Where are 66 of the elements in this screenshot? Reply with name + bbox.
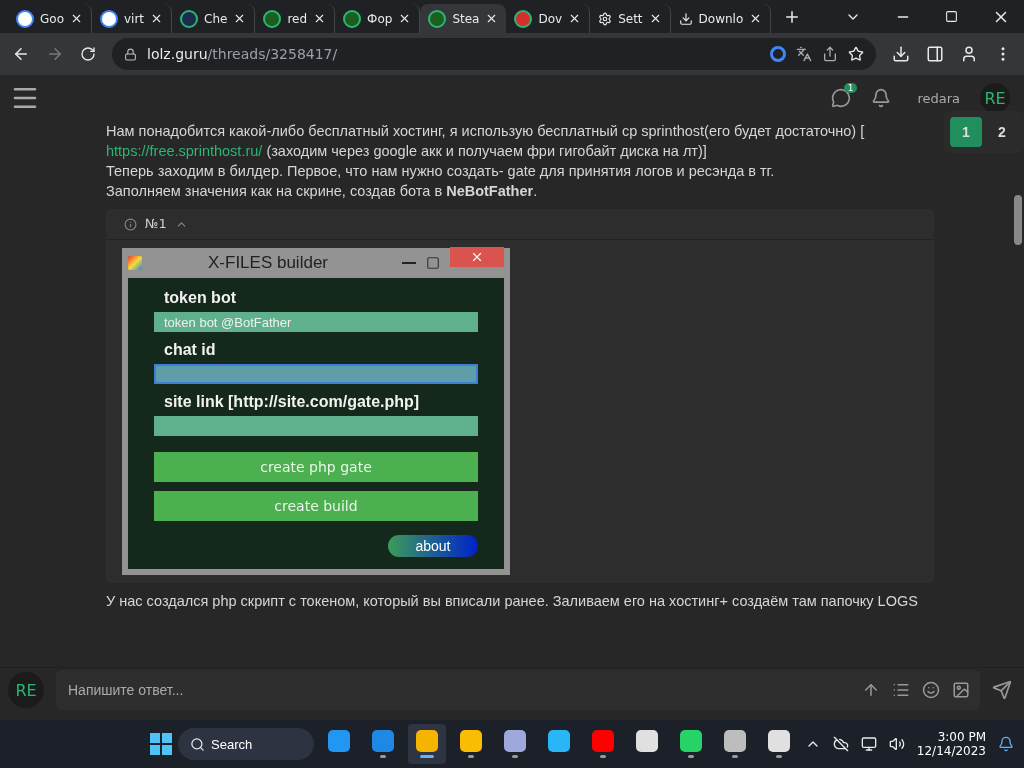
username[interactable]: redara [917, 90, 960, 106]
url-path: /threads/3258417/ [207, 46, 338, 62]
favicon-icon [263, 9, 282, 28]
favicon-icon [180, 9, 199, 28]
post-text: https://free.sprinthost.ru/ (заходим через google акк и получаем фри гигобайт диска на лт)] [106, 142, 708, 161]
link[interactable]: https://free.sprinthost.ru/ [106, 143, 263, 159]
reply-field[interactable]: Напишите ответ... [56, 670, 980, 710]
minimize-icon [402, 262, 416, 264]
profile-icon[interactable] [960, 45, 978, 63]
favicon-icon [428, 9, 447, 28]
share-icon[interactable] [822, 46, 838, 62]
page-button[interactable]: 2 [986, 117, 1018, 147]
search-icon [190, 736, 205, 752]
favicon-icon [514, 9, 533, 28]
star-icon[interactable] [848, 46, 864, 62]
app-icon [128, 256, 142, 270]
side-panel-icon[interactable] [926, 45, 944, 63]
scrollbar-thumb[interactable] [1014, 195, 1022, 245]
field-label: chat id [163, 340, 217, 360]
field-label: token bot [163, 288, 237, 308]
window-title: X-FILES builder [208, 253, 328, 273]
browser-tab[interactable]: Stea [420, 4, 507, 33]
close-icon[interactable] [70, 12, 83, 25]
send-icon[interactable] [992, 680, 1012, 700]
translate-icon[interactable] [796, 46, 812, 62]
post-text: Теперь заходим в билдер. Первое, что нам нужно создать- gate для принятия логов и ресэнда в тг. [106, 162, 776, 181]
info-icon [124, 217, 137, 231]
reply-input[interactable]: Напишите ответ... [66, 681, 850, 699]
address-bar[interactable]: lolz.guru/threads/3258417/ [112, 38, 876, 70]
about-button[interactable]: about [388, 535, 478, 557]
search-button[interactable]: Search [178, 728, 314, 760]
clock[interactable]: 3:00 PM 12/14/2023 [916, 730, 986, 758]
volume-icon[interactable] [888, 736, 905, 752]
back-icon[interactable] [12, 45, 30, 63]
download-icon [678, 11, 693, 26]
reload-icon[interactable] [80, 46, 96, 62]
favicon-icon [343, 9, 362, 28]
notification-badge: 1 [843, 83, 858, 93]
user-avatar: RE [8, 672, 44, 708]
monitor-icon[interactable] [860, 736, 877, 752]
field-label: site link [http://site.com/gate.php] [163, 392, 421, 412]
windows-start-icon[interactable] [150, 733, 172, 755]
url-host: lolz.guru [147, 46, 208, 62]
user-avatar[interactable]: RE [980, 83, 1010, 113]
maximize-icon [426, 256, 440, 270]
forward-icon[interactable] [46, 45, 64, 63]
download-icon[interactable] [892, 45, 910, 63]
input-field[interactable] [154, 364, 478, 384]
bell-icon[interactable] [871, 88, 892, 108]
spoiler-title[interactable]: №1 [145, 214, 167, 234]
cloud-off-icon[interactable] [832, 736, 849, 752]
list-icon[interactable] [892, 681, 910, 699]
post-text: Нам понадобится какой-либо бесплатный хостинг, я использую бесплатный cp sprinthost(его будет достаточно) [ [106, 122, 866, 141]
post-text: Заполняем значения как на скрине, создав бота в NeBotFather. [106, 182, 539, 201]
favicon-icon [100, 9, 118, 28]
smile-icon[interactable] [922, 681, 940, 699]
post-text: У нас создался php скрипт с токеном, который вы вписали ранее. Заливаем его на хостинг+ создаём там папочку LOGS [106, 592, 919, 611]
lock-icon [124, 47, 137, 61]
favicon-icon [16, 9, 34, 28]
taskbar-app[interactable] [408, 724, 446, 764]
restore-icon[interactable] [945, 10, 958, 23]
close-icon [450, 247, 504, 267]
settings-icon [598, 11, 613, 26]
image-icon[interactable] [952, 681, 970, 699]
input-field[interactable] [154, 416, 478, 436]
bell-icon[interactable] [998, 736, 1014, 752]
